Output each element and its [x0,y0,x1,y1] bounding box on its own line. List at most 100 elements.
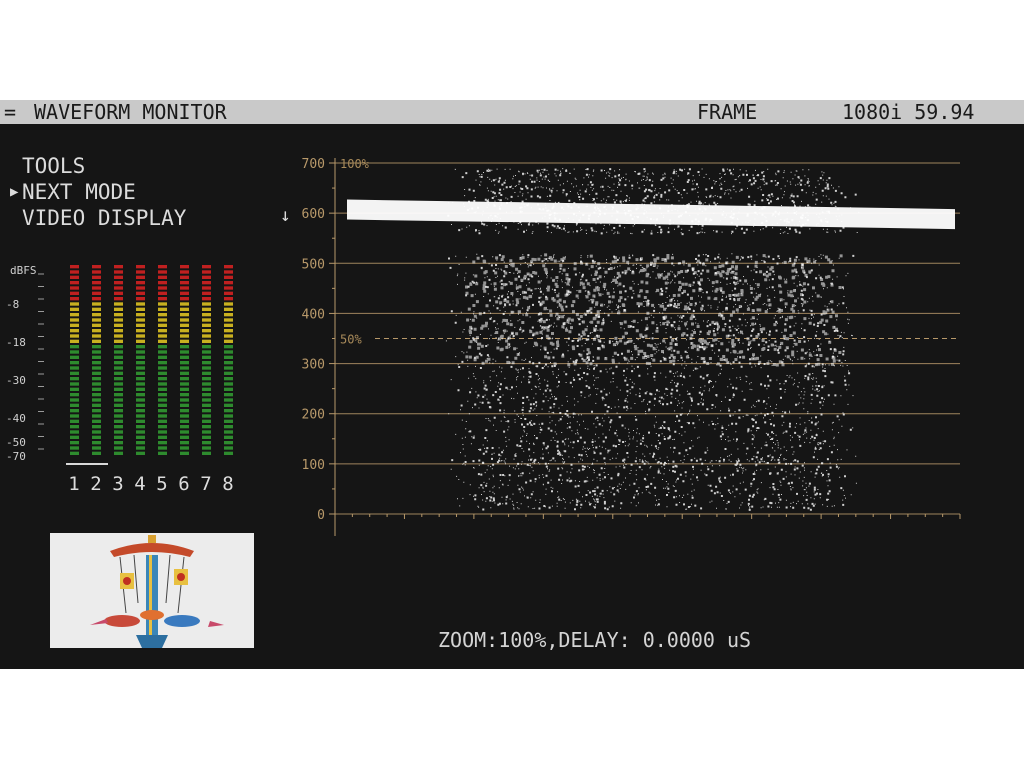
menu-item-next-mode[interactable]: ▶ NEXT MODE [10,179,136,205]
meter-segment [92,409,101,413]
meter-segment [158,430,167,434]
y-tick-label: 200 [302,408,325,423]
meter-segment [158,371,167,375]
meter-segment [70,350,79,354]
meter-segment [70,398,79,402]
meter-segment [114,318,123,322]
menu-item-tools[interactable]: TOOLS [10,153,85,179]
meter-segment [224,345,233,349]
channel-label: 4 [134,473,145,495]
meter-segment [202,393,211,397]
menu-item-label: TOOLS [22,154,86,178]
meter-segment [158,414,167,418]
meter-segment [70,265,79,269]
meter-segment [202,281,211,285]
meter-segment [136,398,145,402]
meter-segment [136,425,145,429]
meter-segment [224,409,233,413]
meter-segment [92,387,101,391]
meter-segment [92,414,101,418]
y-tick-label: 300 [302,358,325,373]
meter-segment [158,281,167,285]
meter-segment [92,302,101,306]
video-format-label: 1080i 59.94 [842,100,975,124]
meter-segment [70,275,79,279]
meter-segment [180,377,189,381]
meter-segment [70,451,79,455]
meter-segment [114,398,123,402]
meter-segment [114,281,123,285]
meter-segment [92,451,101,455]
meter-segment [92,265,101,269]
meter-segment [202,291,211,295]
meter-segment [224,382,233,386]
meter-segment [114,366,123,370]
meter-segment [180,281,189,285]
meter-segment [180,329,189,333]
meter-segment [180,446,189,450]
meter-segment [70,334,79,338]
video-thumbnail[interactable] [50,533,254,648]
meter-segment [136,286,145,290]
meter-segment [136,435,145,439]
menu-icon[interactable]: = [4,100,16,124]
menu-item-video-display[interactable]: VIDEO DISPLAY [10,205,186,231]
meter-segment [202,366,211,370]
meter-segment [136,393,145,397]
meter-segment [70,387,79,391]
meter-segment [202,318,211,322]
meter-segment [224,419,233,423]
meter-segment [224,430,233,434]
meter-segment [224,435,233,439]
meter-segment [202,339,211,343]
meter-segment [180,371,189,375]
meter-segment [136,270,145,274]
meter-segment [158,313,167,317]
meter-segment [136,313,145,317]
meter-segment [92,377,101,381]
meter-segment [202,297,211,301]
meter-segment [92,307,101,311]
waveform-monitor-screen: = WAVEFORM MONITOR FRAME 1080i 59.94 TOO… [0,100,1024,669]
dbfs-scale-label: -40 [6,412,26,425]
audio-meter-graphic: dBFS -8 -18 -30 -40 -50-70 12345678 [6,264,234,495]
meter-segment [92,350,101,354]
meter-segment [114,441,123,445]
meter-segment [70,302,79,306]
meter-segment [70,430,79,434]
dbfs-scale-label: -30 [6,374,26,387]
meter-segment [92,441,101,445]
meter-segment [114,393,123,397]
meter-segment [180,387,189,391]
carousel-ride-image [50,533,254,648]
meter-segment [92,318,101,322]
meter-segment [202,414,211,418]
meter-segment [136,430,145,434]
meter-segment [92,393,101,397]
meter-segment [180,334,189,338]
meter-segment [180,441,189,445]
meter-segment [92,270,101,274]
meter-segment [70,414,79,418]
meter-segment [136,275,145,279]
meter-segment [70,345,79,349]
waveform-graticule: 700 600 500 400 300 200 100 0 100% 50% [302,157,961,536]
meter-segment [180,345,189,349]
meter-segment [136,323,145,327]
meter-segment [70,297,79,301]
meter-segment [136,302,145,306]
meter-bars [70,265,233,455]
meter-segment [92,366,101,370]
meter-segment [136,414,145,418]
y-tick-label: 100 [302,458,325,473]
meter-segment [224,291,233,295]
waveform-scope: 700 600 500 400 300 200 100 0 100% 50% [290,130,980,550]
meter-segment [158,441,167,445]
meter-segment [224,403,233,407]
meter-segment [180,451,189,455]
meter-segment [70,441,79,445]
meter-segment [70,307,79,311]
meter-segment [180,355,189,359]
meter-segment [180,286,189,290]
meter-segment [114,414,123,418]
